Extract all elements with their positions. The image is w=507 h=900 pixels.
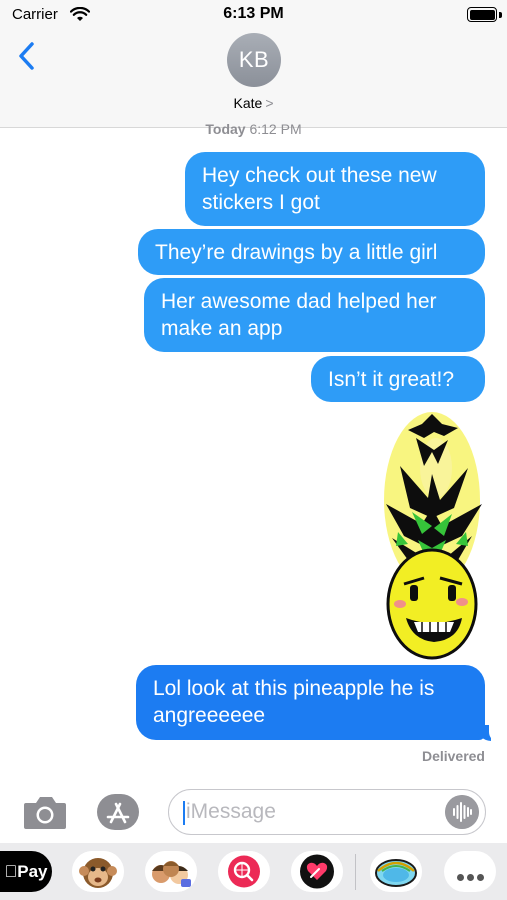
apple-logo-icon: 	[5, 862, 18, 881]
message-bubble[interactable]: Lol look at this pineapple he is angreee…	[136, 665, 485, 740]
more-apps-button[interactable]	[444, 851, 496, 892]
app-drawer-divider	[355, 854, 356, 890]
conversation-header: Carrier 6:13 PM KB Kate >	[0, 0, 507, 128]
contact-avatar[interactable]: KB	[227, 33, 281, 87]
chevron-right-icon: >	[265, 95, 274, 111]
battery-icon	[467, 7, 497, 22]
audio-message-icon[interactable]	[445, 795, 479, 829]
status-time: 6:13 PM	[223, 5, 284, 22]
message-placeholder: iMessage	[186, 800, 276, 823]
message-timestamp: Today 6:12 PM	[0, 121, 507, 137]
message-input[interactable]: iMessage	[168, 789, 486, 835]
sticker-pack-app-icon[interactable]	[370, 851, 422, 892]
digital-touch-app-icon[interactable]	[291, 851, 343, 892]
back-chevron-icon[interactable]	[14, 38, 42, 74]
message-bubble[interactable]: They’re drawings by a little girl	[138, 229, 485, 275]
status-bar: Carrier 6:13 PM	[0, 0, 507, 30]
more-dots-icon	[457, 868, 487, 886]
memoji-stickers-app-icon[interactable]	[145, 851, 197, 892]
web-image-search-app-icon[interactable]	[218, 851, 270, 892]
contact-name: Kate	[233, 95, 263, 111]
animoji-app-icon[interactable]	[72, 851, 124, 892]
text-caret	[183, 801, 185, 825]
timestamp-time: 6:12 PM	[249, 121, 302, 137]
message-bubble[interactable]: Hey check out these new stickers I got	[185, 152, 485, 226]
message-bubble[interactable]: Her awesome dad helped her make an app	[144, 278, 485, 352]
apple-pay-label: Pay	[10, 862, 47, 881]
message-bubble[interactable]: Isn’t it great!?	[311, 356, 485, 402]
pineapple-sticker[interactable]	[378, 408, 486, 662]
contact-name-button[interactable]: Kate >	[0, 95, 507, 111]
apple-pay-app[interactable]: Pay	[0, 851, 52, 892]
timestamp-day: Today	[205, 121, 246, 137]
delivery-status: Delivered	[421, 748, 485, 764]
app-store-icon[interactable]	[95, 792, 141, 832]
camera-icon[interactable]	[22, 793, 68, 833]
battery-cap	[499, 12, 502, 18]
